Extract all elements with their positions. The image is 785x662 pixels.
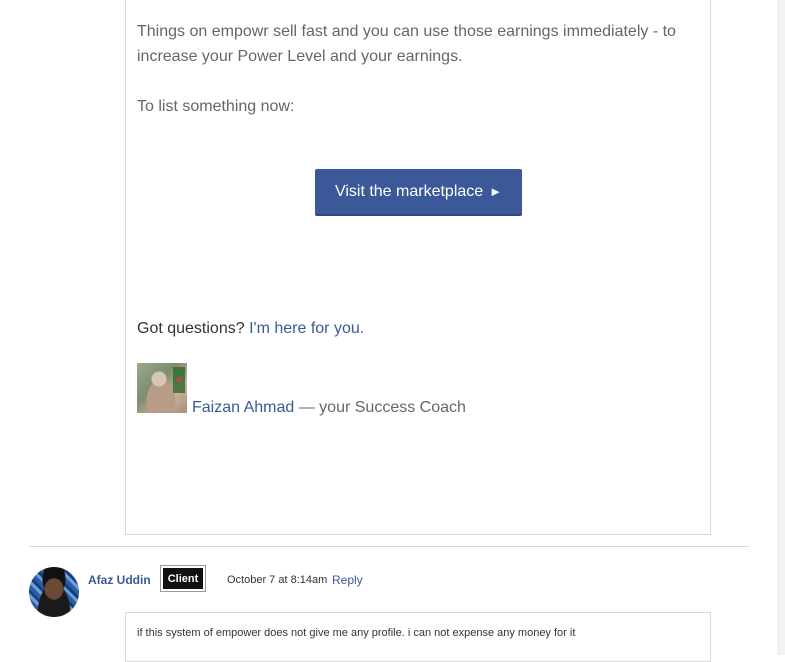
here-for-you-link[interactable]: I'm here for you. bbox=[249, 320, 364, 337]
coach-avatar bbox=[137, 363, 187, 413]
questions-line: Got questions? I'm here for you. bbox=[137, 318, 364, 340]
visit-marketplace-label: Visit the marketplace bbox=[334, 182, 484, 200]
comment-timestamp: October 7 at 8:14am bbox=[227, 574, 328, 586]
commenter-avatar[interactable] bbox=[29, 567, 79, 617]
email-paragraph-list-now: To list something now: bbox=[137, 98, 295, 115]
coach-signature: Faizan Ahmad — your Success Coach bbox=[192, 397, 466, 419]
reply-link[interactable]: Reply bbox=[332, 573, 363, 587]
email-content-box bbox=[125, 0, 711, 535]
comment-author-name[interactable]: Afaz Uddin bbox=[88, 573, 151, 587]
visit-marketplace-button[interactable]: Visit the marketplace ► bbox=[315, 169, 522, 216]
questions-text: Got questions? bbox=[137, 320, 250, 337]
client-badge: Client bbox=[160, 565, 206, 592]
play-arrow-icon: ► bbox=[489, 184, 503, 199]
scrollbar-track[interactable] bbox=[778, 0, 785, 655]
coach-title: — your Success Coach bbox=[294, 399, 466, 416]
coach-name-link[interactable]: Faizan Ahmad bbox=[192, 399, 294, 416]
comment-divider bbox=[29, 546, 749, 547]
comment-text: if this system of empower does not give … bbox=[137, 627, 576, 639]
photo-flowers-decor bbox=[173, 367, 185, 393]
email-paragraph-earnings: Things on empowr sell fast and you can u… bbox=[137, 23, 676, 65]
